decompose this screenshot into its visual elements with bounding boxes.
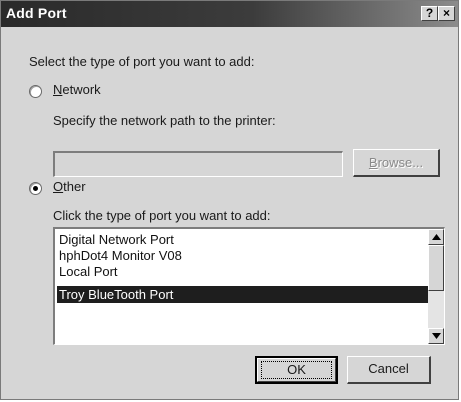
browse-button[interactable]: Browse... — [353, 149, 440, 177]
title-bar[interactable]: Add Port ? × — [1, 1, 458, 27]
network-path-label: Specify the network path to the printer: — [53, 113, 276, 128]
close-button[interactable]: × — [438, 6, 455, 21]
help-button[interactable]: ? — [421, 6, 438, 21]
radio-selected-dot — [33, 186, 38, 191]
other-radio-label[interactable]: Other — [53, 179, 86, 194]
network-path-input[interactable] — [53, 151, 343, 177]
listbox-scrollbar[interactable] — [428, 229, 444, 344]
cancel-button[interactable]: Cancel — [347, 356, 431, 384]
network-radio[interactable] — [29, 85, 42, 98]
scroll-down-button[interactable] — [428, 328, 444, 344]
list-item[interactable]: Local Port — [57, 263, 429, 280]
port-type-listbox[interactable]: Digital Network Port hphDot4 Monitor V08… — [53, 227, 445, 345]
port-type-prompt: Select the type of port you want to add: — [29, 54, 255, 69]
list-item[interactable]: hphDot4 Monitor V08 — [57, 247, 429, 264]
add-port-dialog: Add Port ? × Select the type of port you… — [0, 0, 459, 400]
list-item-selected[interactable]: Troy BlueTooth Port — [57, 286, 429, 303]
scroll-up-button[interactable] — [428, 229, 444, 245]
other-radio[interactable] — [29, 182, 42, 195]
down-arrow-icon — [431, 333, 441, 339]
window-title: Add Port — [6, 5, 67, 21]
ok-button[interactable]: OK — [255, 356, 338, 384]
port-list-label: Click the type of port you want to add: — [53, 208, 271, 223]
up-arrow-icon — [431, 234, 441, 240]
scroll-thumb[interactable] — [428, 245, 444, 291]
network-radio-label[interactable]: Network — [53, 82, 101, 97]
close-icon: × — [442, 6, 450, 20]
list-item[interactable]: Digital Network Port — [57, 231, 429, 248]
help-icon: ? — [425, 6, 434, 20]
